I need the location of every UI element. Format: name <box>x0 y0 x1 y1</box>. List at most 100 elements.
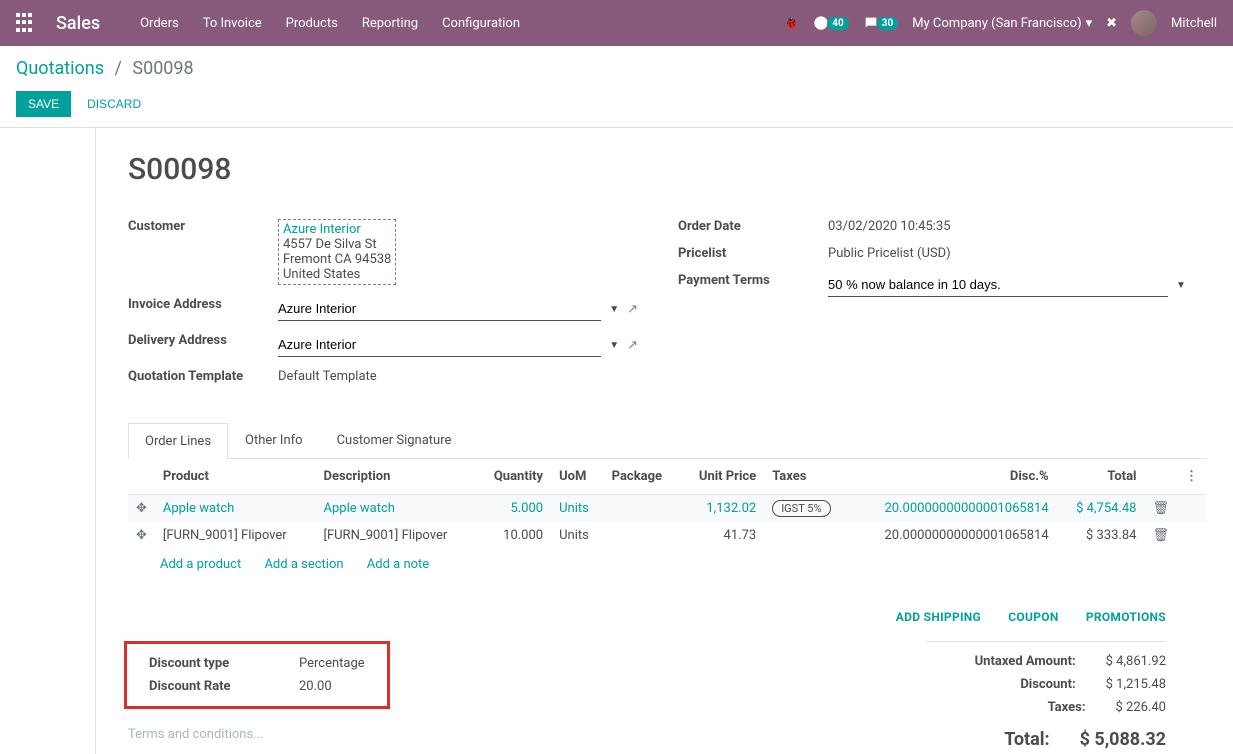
apps-icon[interactable] <box>16 13 36 33</box>
drag-handle-icon[interactable]: ✥ <box>136 528 147 543</box>
line-price[interactable]: 41.73 <box>724 528 757 543</box>
payment-terms-input[interactable] <box>828 273 1168 297</box>
line-taxes[interactable] <box>764 522 849 549</box>
col-total[interactable]: Total <box>1057 459 1145 495</box>
nav-right: 🐞 40 30 My Company (San Francisco) ▾ ✖ M… <box>783 10 1217 36</box>
order-date-value[interactable]: 03/02/2020 10:45:35 <box>828 215 1188 234</box>
trash-icon[interactable]: 🗑 <box>1152 528 1169 543</box>
discount-total-label: Discount: <box>926 677 1076 692</box>
line-uom[interactable]: Units <box>559 528 589 543</box>
discard-button[interactable]: DISCARD <box>75 91 153 117</box>
breadcrumb-current: S00098 <box>132 58 193 79</box>
pricelist-value[interactable]: Public Pricelist (USD) <box>828 242 1188 261</box>
external-link-icon[interactable]: ↗ <box>627 338 638 353</box>
line-package[interactable] <box>604 495 680 523</box>
table-row[interactable]: ✥ [FURN_9001] Flipover [FURN_9001] Flipove… <box>128 522 1206 549</box>
line-description[interactable]: [FURN_9001] Flipover <box>324 528 448 543</box>
line-taxes[interactable]: IGST 5% <box>764 495 849 523</box>
template-label: Quotation Template <box>128 365 278 384</box>
breadcrumb: Quotations / S00098 <box>16 58 1217 79</box>
nav-products[interactable]: Products <box>286 16 338 31</box>
nav-configuration[interactable]: Configuration <box>442 16 520 31</box>
chevron-down-icon: ▾ <box>1086 16 1093 31</box>
line-uom[interactable]: Units <box>559 501 589 516</box>
add-section-link[interactable]: Add a section <box>264 557 343 572</box>
order-lines-table: Product Description Quantity UoM Package… <box>128 459 1206 549</box>
line-package[interactable] <box>604 522 680 549</box>
company-selector[interactable]: My Company (San Francisco) ▾ <box>912 16 1092 31</box>
discount-total-value: $ 1,215.48 <box>1106 677 1166 692</box>
save-button[interactable]: SAVE <box>16 91 71 117</box>
pricelist-label: Pricelist <box>678 242 828 261</box>
right-actions: ADD SHIPPING COUPON PROMOTIONS <box>128 610 1206 625</box>
coupon-link[interactable]: COUPON <box>1008 610 1058 624</box>
messages-button[interactable]: 30 <box>863 15 898 31</box>
discount-rate-value[interactable]: 20.00 <box>299 679 332 694</box>
add-shipping-link[interactable]: ADD SHIPPING <box>896 610 981 624</box>
add-links: Add a product Add a section Add a note <box>128 549 1206 580</box>
template-value[interactable]: Default Template <box>278 365 638 384</box>
avatar[interactable] <box>1131 10 1157 36</box>
external-link-icon[interactable]: ↗ <box>627 302 638 317</box>
customer-name: Azure Interior <box>283 222 391 237</box>
discount-type-label: Discount type <box>149 656 299 671</box>
line-discount[interactable]: 20.00000000000001065814 <box>884 501 1048 516</box>
promotions-link[interactable]: PROMOTIONS <box>1086 610 1166 624</box>
control-panel: Quotations / S00098 SAVE DISCARD <box>0 46 1233 128</box>
discount-type-value[interactable]: Percentage <box>299 656 365 671</box>
tab-customer-signature[interactable]: Customer Signature <box>320 422 469 458</box>
discount-rate-label: Discount Rate <box>149 679 299 694</box>
chevron-down-icon[interactable]: ▼ <box>1176 280 1186 291</box>
discount-highlight-box: Discount type Percentage Discount Rate 2… <box>124 641 390 709</box>
chevron-down-icon[interactable]: ▼ <box>609 340 619 351</box>
trash-icon[interactable]: 🗑 <box>1152 501 1169 516</box>
col-package[interactable]: Package <box>604 459 680 495</box>
record-title: S00098 <box>128 152 1206 187</box>
breadcrumb-parent[interactable]: Quotations <box>16 58 104 79</box>
line-product[interactable]: [FURN_9001] Flipover <box>163 528 287 543</box>
tab-order-lines[interactable]: Order Lines <box>128 423 228 459</box>
nav-orders[interactable]: Orders <box>140 16 179 31</box>
line-discount[interactable]: 20.00000000000001065814 <box>884 528 1048 543</box>
delivery-address-input[interactable] <box>278 333 601 357</box>
terms-placeholder[interactable]: Terms and conditions... <box>128 727 926 742</box>
invoice-address-input[interactable] <box>278 297 601 321</box>
form-col-left: Customer Azure Interior 4557 De Silva St… <box>128 215 638 392</box>
line-total[interactable]: $ 4,754.48 <box>1076 501 1136 516</box>
nav-to-invoice[interactable]: To Invoice <box>203 16 262 31</box>
chevron-down-icon[interactable]: ▼ <box>609 304 619 315</box>
tab-other-info[interactable]: Other Info <box>228 422 320 458</box>
totals: Untaxed Amount: $ 4,861.92 Discount: $ 1… <box>926 641 1166 754</box>
app-brand[interactable]: Sales <box>56 13 100 34</box>
line-qty[interactable]: 10.000 <box>503 528 543 543</box>
customer-value[interactable]: Azure Interior 4557 De Silva St Fremont … <box>278 215 638 285</box>
kebab-icon[interactable]: ⋮ <box>1185 469 1198 484</box>
line-description[interactable]: Apple watch <box>324 501 395 516</box>
drag-handle-icon[interactable]: ✥ <box>136 501 147 516</box>
table-row[interactable]: ✥ Apple watch Apple watch 5.000 Units 1,132.0… <box>128 495 1206 523</box>
col-uom[interactable]: UoM <box>551 459 604 495</box>
untaxed-label: Untaxed Amount: <box>926 654 1076 669</box>
line-qty[interactable]: 5.000 <box>510 501 543 516</box>
form-col-right: Order Date 03/02/2020 10:45:35 Pricelist… <box>678 215 1188 392</box>
bug-icon[interactable]: 🐞 <box>783 16 799 31</box>
add-product-link[interactable]: Add a product <box>160 557 241 572</box>
col-unit-price[interactable]: Unit Price <box>680 459 764 495</box>
col-quantity[interactable]: Quantity <box>476 459 551 495</box>
line-total[interactable]: $ 333.84 <box>1086 528 1137 543</box>
activities-button[interactable]: 40 <box>813 15 848 31</box>
debug-icon[interactable]: ✖ <box>1106 16 1117 31</box>
col-product[interactable]: Product <box>155 459 316 495</box>
nav-reporting[interactable]: Reporting <box>362 16 418 31</box>
add-note-link[interactable]: Add a note <box>367 557 429 572</box>
user-name[interactable]: Mitchell <box>1171 16 1217 31</box>
col-description[interactable]: Description <box>316 459 477 495</box>
line-price[interactable]: 1,132.02 <box>706 501 756 516</box>
col-taxes[interactable]: Taxes <box>764 459 849 495</box>
line-product[interactable]: Apple watch <box>163 501 234 516</box>
col-discount[interactable]: Disc.% <box>850 459 1057 495</box>
customer-label: Customer <box>128 215 278 234</box>
taxes-value: $ 226.40 <box>1116 700 1167 715</box>
untaxed-value: $ 4,861.92 <box>1106 654 1166 669</box>
customer-addr2: Fremont CA 94538 <box>283 252 391 267</box>
